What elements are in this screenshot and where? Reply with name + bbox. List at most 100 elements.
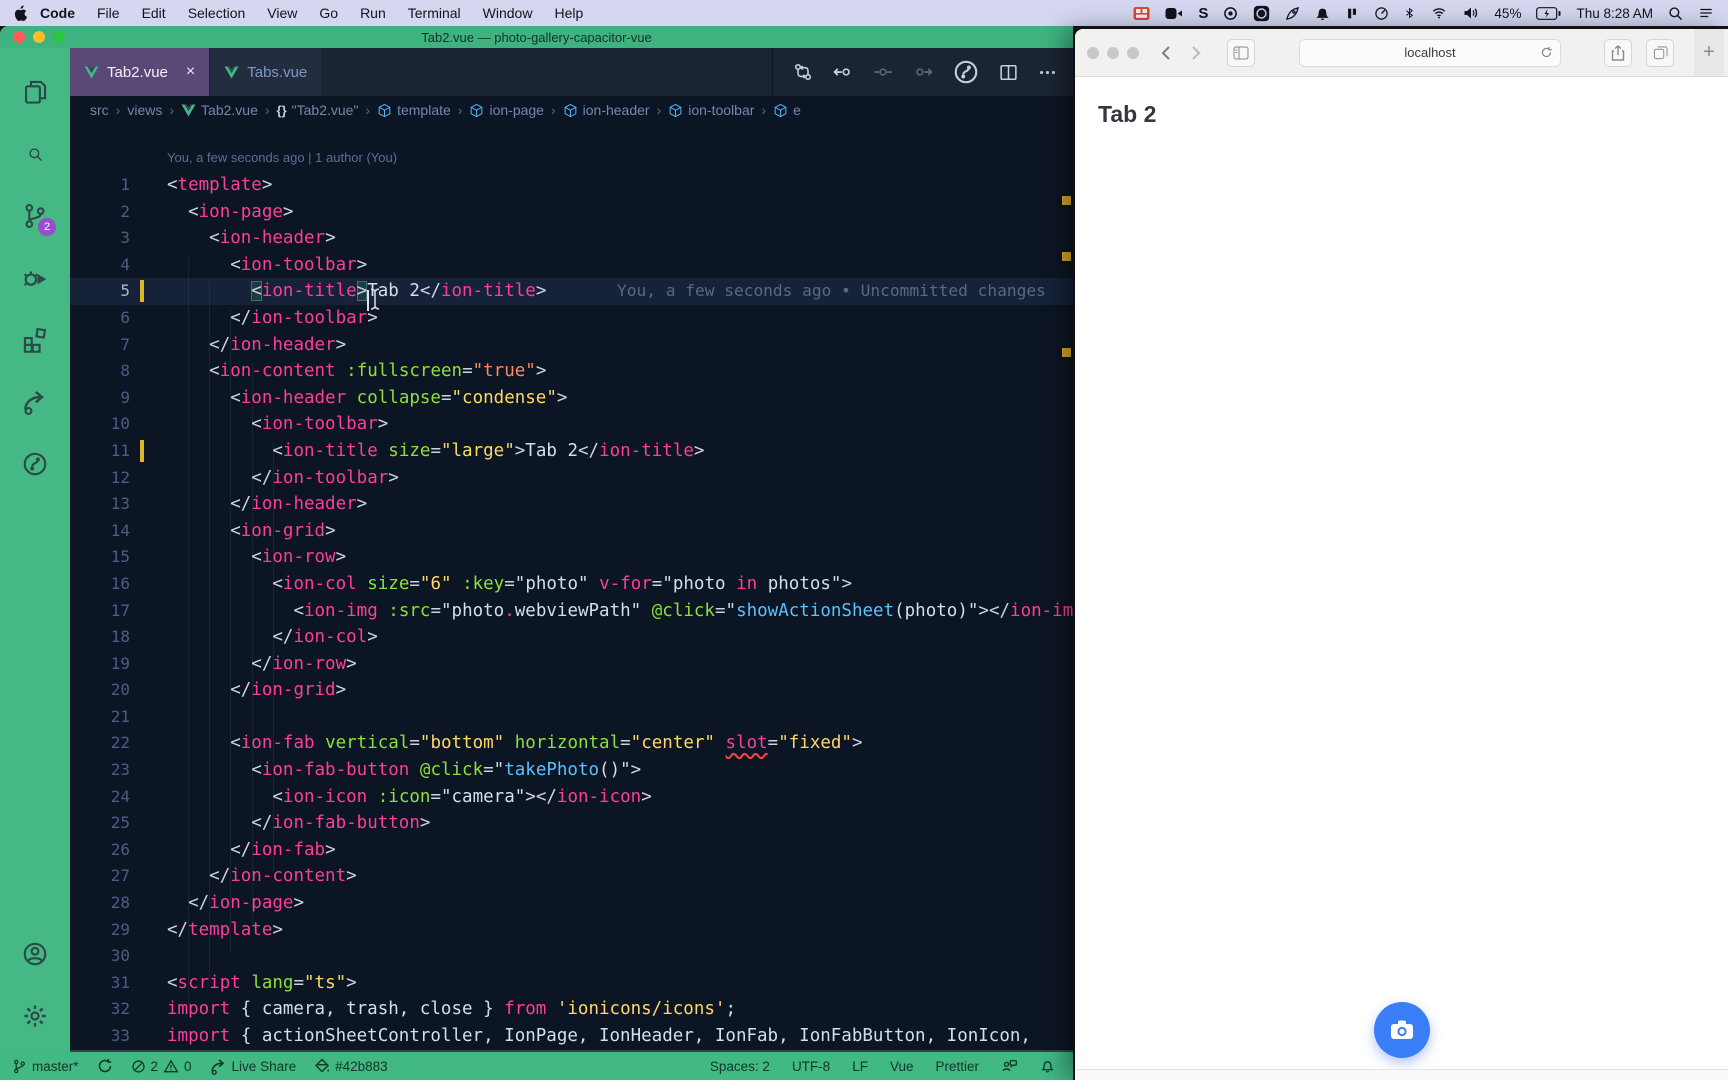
code-line-11[interactable]: 11 <ion-title size="large">Tab 2</ion-ti… bbox=[70, 438, 1073, 465]
zoom-window-button[interactable] bbox=[53, 31, 65, 43]
new-tab-button[interactable]: + bbox=[1694, 29, 1724, 76]
menu-item-edit[interactable]: Edit bbox=[131, 0, 177, 26]
videocam-icon[interactable] bbox=[1165, 7, 1183, 20]
menu-item-code[interactable]: Code bbox=[29, 0, 86, 26]
menu-item-window[interactable]: Window bbox=[472, 0, 544, 26]
code-line-8[interactable]: 8 <ion-content :fullscreen="true"> bbox=[70, 358, 1073, 385]
pause-bars-icon[interactable] bbox=[1345, 6, 1359, 21]
status-item-utf-8[interactable]: UTF-8 bbox=[792, 1059, 830, 1074]
vscode-titlebar[interactable]: Tab2.vue — photo-gallery-capacitor-vue bbox=[0, 26, 1073, 48]
menu-item-terminal[interactable]: Terminal bbox=[397, 0, 472, 26]
search-icon[interactable] bbox=[1668, 6, 1683, 21]
code-line-32[interactable]: 32import { camera, trash, close } from '… bbox=[70, 996, 1073, 1023]
breadcrumb-item[interactable]: ion-header bbox=[563, 102, 650, 118]
breadcrumb-item[interactable]: ion-page bbox=[469, 102, 544, 118]
zoom-window-button[interactable] bbox=[1127, 47, 1139, 59]
code-editor[interactable]: You, a few seconds ago | 1 author (You) … bbox=[70, 124, 1073, 1052]
minimize-window-button[interactable] bbox=[33, 31, 45, 43]
status-item-vue[interactable]: Vue bbox=[890, 1059, 914, 1074]
code-line-29[interactable]: 29</template> bbox=[70, 917, 1073, 944]
editor-tab-tabs.vue[interactable]: Tabs.vue bbox=[210, 48, 321, 96]
problems-indicator[interactable]: 20 bbox=[131, 1059, 192, 1074]
tab-overview-icon[interactable] bbox=[1646, 39, 1674, 67]
minimize-window-button[interactable] bbox=[1107, 47, 1119, 59]
share-icon[interactable] bbox=[1604, 39, 1632, 67]
nav-dot-icon[interactable] bbox=[873, 62, 893, 82]
menu-item-help[interactable]: Help bbox=[543, 0, 594, 26]
code-line-31[interactable]: 31<script lang="ts"> bbox=[70, 970, 1073, 997]
bell-outline-button[interactable] bbox=[1040, 1058, 1055, 1074]
menu-item-run[interactable]: Run bbox=[349, 0, 397, 26]
compare-icon[interactable] bbox=[793, 62, 813, 82]
letter-s-icon[interactable]: S bbox=[1198, 6, 1208, 21]
close-window-button[interactable] bbox=[1087, 47, 1099, 59]
status-item-lf[interactable]: LF bbox=[852, 1059, 868, 1074]
record-icon[interactable] bbox=[1223, 6, 1238, 21]
rocket-icon[interactable] bbox=[1285, 6, 1300, 21]
menu-item-file[interactable]: File bbox=[86, 0, 131, 26]
sidebar-icon[interactable] bbox=[1227, 39, 1255, 67]
code-line-15[interactable]: 15 <ion-row> bbox=[70, 544, 1073, 571]
breadcrumb-item[interactable]: src bbox=[90, 102, 109, 118]
menu-bar-clock[interactable]: Thu 8:28 AM bbox=[1576, 6, 1653, 21]
activity-git-graph-icon[interactable] bbox=[13, 438, 57, 490]
menu-item-view[interactable]: View bbox=[256, 0, 308, 26]
camera-fab-button[interactable] bbox=[1374, 1002, 1430, 1058]
volume-icon[interactable] bbox=[1463, 6, 1479, 20]
activity-live-share-icon[interactable] bbox=[13, 376, 57, 428]
breadcrumb-item[interactable]: {}"Tab2.vue" bbox=[277, 102, 359, 118]
screen-record-icon[interactable] bbox=[1253, 5, 1270, 22]
code-line-18[interactable]: 18 </ion-col> bbox=[70, 624, 1073, 651]
branch-indicator[interactable]: master* bbox=[12, 1058, 79, 1075]
code-line-10[interactable]: 10 <ion-toolbar> bbox=[70, 411, 1073, 438]
status-item-spaces-2[interactable]: Spaces: 2 bbox=[710, 1059, 770, 1074]
code-line-13[interactable]: 13 </ion-header> bbox=[70, 491, 1073, 518]
breadcrumb-item[interactable]: views bbox=[127, 102, 162, 118]
code-line-1[interactable]: 1<template> bbox=[70, 172, 1073, 199]
bell-icon[interactable] bbox=[1315, 6, 1330, 21]
code-line-20[interactable]: 20 </ion-grid> bbox=[70, 677, 1073, 704]
editor-tab-tab2.vue[interactable]: Tab2.vue× bbox=[70, 48, 209, 96]
close-window-button[interactable] bbox=[13, 31, 25, 43]
peacock-color-indicator[interactable]: #42b883 bbox=[314, 1058, 388, 1074]
wifi-icon[interactable] bbox=[1430, 6, 1448, 20]
code-line-7[interactable]: 7 </ion-header> bbox=[70, 332, 1073, 359]
activity-debug-icon[interactable] bbox=[13, 252, 57, 304]
code-line-4[interactable]: 4 <ion-toolbar> bbox=[70, 252, 1073, 279]
code-line-21[interactable]: 21 bbox=[70, 704, 1073, 731]
nav-back-icon[interactable] bbox=[833, 62, 853, 82]
code-line-30[interactable]: 30 bbox=[70, 943, 1073, 970]
status-item-prettier[interactable]: Prettier bbox=[935, 1059, 979, 1074]
nav-fwd-icon[interactable] bbox=[913, 62, 933, 82]
menu-list-icon[interactable] bbox=[1698, 6, 1714, 20]
code-line-25[interactable]: 25 </ion-fab-button> bbox=[70, 810, 1073, 837]
code-line-27[interactable]: 27 </ion-content> bbox=[70, 863, 1073, 890]
code-line-33[interactable]: 33import { actionSheetController, IonPag… bbox=[70, 1023, 1073, 1050]
film-icon[interactable] bbox=[1133, 6, 1150, 21]
split-icon[interactable] bbox=[999, 63, 1018, 82]
code-line-19[interactable]: 19 </ion-row> bbox=[70, 651, 1073, 678]
breadcrumb-item[interactable]: ion-toolbar bbox=[668, 102, 754, 118]
forward-button[interactable] bbox=[1183, 40, 1209, 66]
code-line-26[interactable]: 26 </ion-fab> bbox=[70, 837, 1073, 864]
activity-account-icon[interactable] bbox=[13, 928, 57, 980]
back-button[interactable] bbox=[1153, 40, 1179, 66]
menu-item-go[interactable]: Go bbox=[308, 0, 349, 26]
code-line-23[interactable]: 23 <ion-fab-button @click="takePhoto()"> bbox=[70, 757, 1073, 784]
overview-ruler[interactable] bbox=[1059, 124, 1073, 1052]
breadcrumb-item[interactable]: e bbox=[773, 102, 801, 118]
sync-button[interactable] bbox=[97, 1058, 113, 1074]
reload-icon[interactable] bbox=[1540, 46, 1553, 59]
code-line-12[interactable]: 12 </ion-toolbar> bbox=[70, 465, 1073, 492]
code-line-6[interactable]: 6 </ion-toolbar> bbox=[70, 305, 1073, 332]
gitlens-authors-lens[interactable]: You, a few seconds ago | 1 author (You) bbox=[167, 150, 397, 165]
ellipsis-icon[interactable] bbox=[1038, 63, 1057, 82]
address-bar[interactable]: localhost bbox=[1299, 39, 1561, 67]
activity-source-control-icon[interactable]: 2 bbox=[13, 190, 57, 242]
code-line-16[interactable]: 16 <ion-col size="6" :key="photo" v-for=… bbox=[70, 571, 1073, 598]
apple-icon[interactable] bbox=[14, 5, 29, 22]
compass-icon[interactable] bbox=[1374, 6, 1389, 21]
activity-search-icon[interactable] bbox=[13, 128, 57, 180]
breadcrumb-item[interactable]: template bbox=[377, 102, 451, 118]
code-line-24[interactable]: 24 <ion-icon :icon="camera"></ion-icon> bbox=[70, 784, 1073, 811]
